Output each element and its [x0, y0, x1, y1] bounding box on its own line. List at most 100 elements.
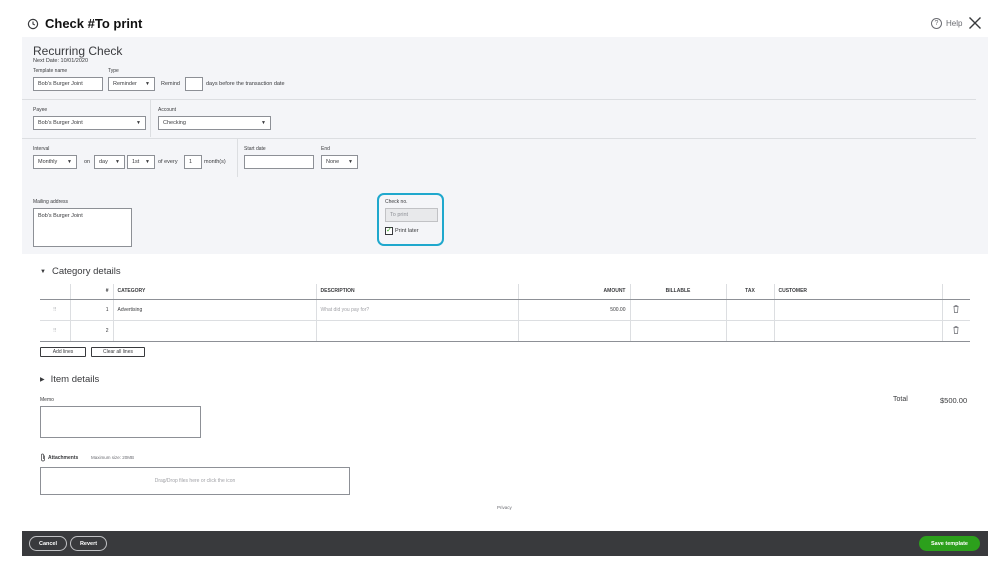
- help-icon: ?: [931, 18, 942, 29]
- print-later-checkbox[interactable]: ✓ Print later: [385, 227, 419, 235]
- column-header: BILLABLE: [629, 284, 726, 300]
- category-cell[interactable]: Advertising: [112, 299, 316, 321]
- end-select[interactable]: None ▼: [321, 155, 358, 169]
- start-date-label: Start date: [244, 146, 266, 152]
- customer-cell[interactable]: [773, 299, 942, 321]
- paperclip-icon: [41, 453, 45, 462]
- end-label: End: [321, 146, 330, 152]
- category-details-toggle[interactable]: ▼ Category details: [40, 266, 121, 277]
- template-name-input[interactable]: Bob's Burger Joint: [33, 77, 103, 91]
- help-button[interactable]: ? Help: [931, 18, 962, 29]
- description-cell[interactable]: [315, 320, 518, 342]
- category-table: # CATEGORY DESCRIPTION AMOUNT BILLABLE T…: [40, 284, 970, 342]
- page-title: Check #To print: [45, 16, 143, 31]
- clear-all-lines-button[interactable]: Clear all lines: [91, 347, 145, 357]
- amount-cell[interactable]: [517, 320, 630, 342]
- delete-column: [941, 284, 970, 300]
- account-select[interactable]: Checking ▼: [158, 116, 271, 130]
- divider: [22, 99, 976, 100]
- total-value: $500.00: [940, 396, 968, 405]
- drag-handle-icon[interactable]: ⠿: [40, 320, 70, 342]
- tax-cell[interactable]: [725, 320, 774, 342]
- table-row[interactable]: ⠿ 2: [40, 320, 970, 342]
- interval-select[interactable]: Monthly ▼: [33, 155, 77, 169]
- chevron-down-icon: ▼: [261, 120, 266, 126]
- footer-bar: [22, 531, 988, 556]
- payee-select[interactable]: Bob's Burger Joint ▼: [33, 116, 146, 130]
- column-header: AMOUNT: [517, 284, 630, 300]
- every-input[interactable]: 1: [184, 155, 202, 169]
- item-details-title: Item details: [50, 374, 100, 385]
- category-details-title: Category details: [51, 266, 121, 277]
- total-label: Total: [893, 396, 908, 403]
- print-later-label: Print later: [395, 228, 419, 234]
- mailing-address-label: Mailing address: [33, 199, 69, 205]
- drag-column: [40, 284, 70, 300]
- chevron-down-icon: ▼: [136, 120, 141, 126]
- account-label: Account: [158, 107, 177, 113]
- check-number-label: Check no.: [385, 199, 408, 205]
- chevron-down-icon: ▼: [348, 159, 353, 165]
- trash-icon[interactable]: [941, 320, 970, 342]
- chevron-down-icon: ▼: [67, 159, 72, 165]
- column-header: TAX: [725, 284, 774, 300]
- billable-cell[interactable]: [629, 299, 726, 321]
- triangle-right-icon: ▶: [40, 377, 45, 383]
- day-select[interactable]: day ▼: [94, 155, 125, 169]
- day-value: day: [99, 159, 108, 165]
- column-header: DESCRIPTION: [315, 284, 518, 300]
- interval-label: Interval: [33, 146, 50, 152]
- chevron-down-icon: ▼: [115, 159, 120, 165]
- privacy-link[interactable]: Privacy: [497, 505, 512, 510]
- day-number-value: 1st: [132, 159, 140, 165]
- close-icon[interactable]: [968, 16, 982, 30]
- interval-value: Monthly: [38, 159, 58, 165]
- of-every-label: of every: [158, 159, 178, 165]
- row-number: 2: [69, 320, 113, 342]
- item-details-toggle[interactable]: ▶ Item details: [40, 374, 99, 385]
- revert-button[interactable]: Revert: [70, 536, 107, 551]
- remind-label: Remind: [161, 81, 180, 87]
- triangle-down-icon: ▼: [40, 268, 46, 275]
- on-label: on: [84, 159, 91, 165]
- category-cell[interactable]: [112, 320, 316, 342]
- cancel-button[interactable]: Cancel: [29, 536, 67, 551]
- column-header: CATEGORY: [112, 284, 316, 300]
- drag-handle-icon[interactable]: ⠿: [40, 299, 70, 321]
- memo-input[interactable]: [40, 406, 201, 438]
- chevron-down-icon: ▼: [145, 81, 150, 87]
- attachments-max-size: Maximum size: 20MB: [91, 455, 135, 460]
- history-icon[interactable]: [27, 18, 39, 30]
- attachments-label: Attachments: [48, 454, 79, 461]
- trash-icon[interactable]: [941, 299, 970, 321]
- amount-cell[interactable]: 500.00: [517, 299, 630, 321]
- customer-cell[interactable]: [773, 320, 942, 342]
- billable-cell[interactable]: [629, 320, 726, 342]
- description-cell[interactable]: What did you pay for?: [315, 299, 518, 321]
- row-number: 1: [69, 299, 113, 321]
- checkmark-icon: ✓: [385, 227, 393, 235]
- divider: [237, 139, 238, 177]
- type-value: Reminder: [113, 81, 137, 87]
- tax-cell[interactable]: [725, 299, 774, 321]
- column-header: #: [69, 284, 113, 300]
- attachments-header: Attachments: [40, 453, 78, 462]
- next-date: Next Date: 10/01/2020: [33, 58, 89, 64]
- type-select[interactable]: Reminder ▼: [108, 77, 155, 91]
- table-row[interactable]: ⠿ 1 Advertising What did you pay for? 50…: [40, 299, 970, 321]
- remind-days-input[interactable]: [185, 77, 203, 91]
- memo-label: Memo: [40, 397, 54, 403]
- chevron-down-icon: ▼: [145, 159, 150, 165]
- attachments-dropzone[interactable]: Drag/Drop files here or click the icon: [40, 467, 350, 495]
- column-header: CUSTOMER: [773, 284, 942, 300]
- save-template-button[interactable]: Save template: [919, 536, 980, 551]
- mailing-address-input[interactable]: Bob's Burger Joint: [33, 208, 132, 247]
- account-value: Checking: [163, 120, 186, 126]
- check-number-input[interactable]: To print: [385, 208, 438, 222]
- start-date-input[interactable]: [244, 155, 314, 169]
- divider: [150, 100, 151, 137]
- add-lines-button[interactable]: Add lines: [40, 347, 86, 357]
- payee-value: Bob's Burger Joint: [38, 120, 83, 126]
- day-number-select[interactable]: 1st ▼: [127, 155, 155, 169]
- template-name-label: Template name: [33, 68, 68, 74]
